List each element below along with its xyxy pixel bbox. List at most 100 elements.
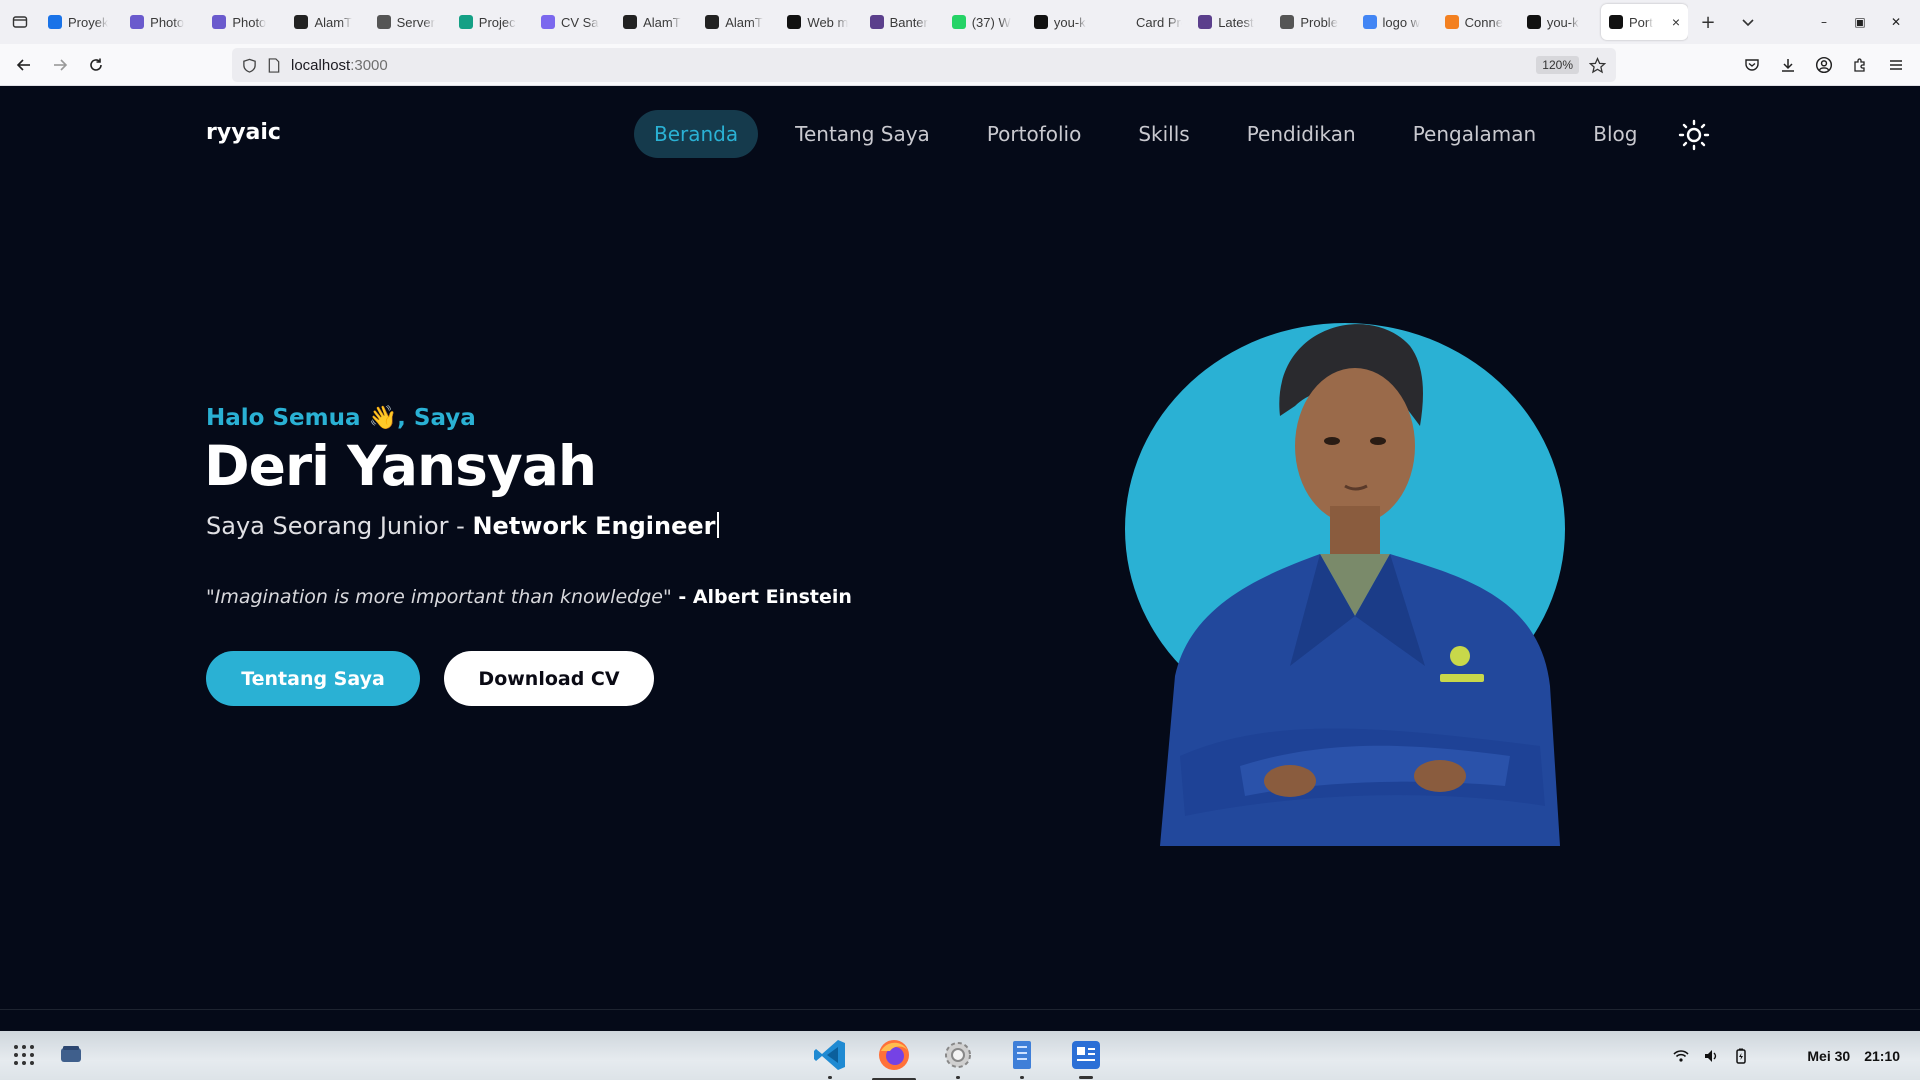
browser-tab[interactable]: AlamT: [615, 4, 697, 40]
browser-tab-label: (37) W: [971, 14, 1011, 30]
hero-role: Saya Seorang Junior - Network Engineer: [206, 512, 720, 540]
browser-tab[interactable]: Latest: [1190, 4, 1272, 40]
web-icon: [787, 15, 802, 29]
tab-overflow-chevron-icon[interactable]: [1728, 0, 1768, 44]
downloads-icon[interactable]: [1770, 47, 1806, 83]
browser-tab-label: Projec: [478, 14, 516, 30]
account-icon[interactable]: [1806, 47, 1842, 83]
pocket-icon[interactable]: [1734, 47, 1770, 83]
clock-time[interactable]: 21:10: [1864, 1048, 1900, 1064]
browser-tab[interactable]: Photo: [122, 4, 204, 40]
text-editor-icon[interactable]: [1068, 1037, 1104, 1079]
portfolio-icon: [1608, 15, 1623, 29]
firefox-icon[interactable]: [872, 1037, 916, 1080]
portfolio-page: ryyaic Beranda Tentang Saya Portofolio Skil…: [0, 86, 1920, 1010]
back-arrow-icon[interactable]: [6, 47, 42, 83]
browser-tab-label: Conne: [1464, 14, 1503, 30]
cloudflare-icon: [1444, 15, 1459, 29]
nav-item-pendidikan[interactable]: Pendidikan: [1227, 110, 1376, 158]
dock: [812, 1037, 1104, 1080]
browser-tab-label: Server: [396, 14, 435, 30]
nav-item-blog[interactable]: Blog: [1573, 110, 1657, 158]
battery-icon[interactable]: [1733, 1048, 1749, 1064]
browser-tab[interactable]: Server: [369, 4, 451, 40]
zoom-level-badge[interactable]: 120%: [1536, 56, 1579, 74]
wifi-icon[interactable]: [1673, 1048, 1689, 1064]
site-brand-logo[interactable]: ryyaic: [206, 120, 281, 145]
browser-tab[interactable]: you-k: [1026, 4, 1108, 40]
nav-item-tentang-saya[interactable]: Tentang Saya: [775, 110, 950, 158]
browser-tab-label: AlamT: [725, 14, 763, 30]
browser-tab[interactable]: AlamT: [697, 4, 779, 40]
canva-icon: [48, 15, 62, 29]
browser-tab-label: Banter: [889, 14, 928, 30]
browser-tab[interactable]: Card Proc: [1108, 4, 1190, 40]
address-bar[interactable]: localhost:3000 120%: [232, 48, 1616, 82]
minimize-window-icon[interactable]: –: [1808, 6, 1840, 38]
maximize-window-icon[interactable]: ▣: [1844, 6, 1876, 38]
section-divider: [0, 1009, 1920, 1010]
settings-gear-icon[interactable]: [940, 1037, 976, 1079]
nav-item-pengalaman[interactable]: Pengalaman: [1393, 110, 1557, 158]
blank-icon: [1116, 15, 1131, 29]
browser-tab[interactable]: (37) W: [944, 4, 1026, 40]
clock-date[interactable]: Mei 30: [1807, 1048, 1850, 1064]
close-tab-icon[interactable]: ×: [1672, 14, 1680, 30]
browser-tab-label: Photo: [232, 14, 267, 30]
browser-tab[interactable]: Proyek: [40, 4, 122, 40]
file-manager-icon[interactable]: [1004, 1037, 1040, 1079]
nav-item-beranda[interactable]: Beranda: [634, 110, 759, 158]
banter-icon: [869, 15, 884, 29]
browser-tab-label: logo w: [1382, 14, 1421, 30]
extensions-icon[interactable]: [1842, 47, 1878, 83]
hero-greeting: Halo Semua 👋, Saya: [206, 405, 476, 431]
quote-author: - Albert Einstein: [671, 586, 852, 608]
window-switcher-icon[interactable]: [60, 1045, 82, 1063]
hero-name: Deri Yansyah: [204, 434, 597, 498]
browser-tab-label: AlamT: [643, 14, 681, 30]
browser-tab-label: Proyek: [68, 14, 109, 30]
app-menu-icon[interactable]: [1878, 47, 1914, 83]
nav-item-skills[interactable]: Skills: [1118, 110, 1209, 158]
tracking-shield-icon[interactable]: [242, 58, 257, 73]
browser-tab-label: Web m: [807, 14, 849, 30]
browser-tab[interactable]: Banter: [862, 4, 944, 40]
browser-toolbar: localhost:3000 120%: [0, 44, 1920, 86]
download-cv-button[interactable]: Download CV: [444, 651, 654, 706]
browser-tab[interactable]: CV Sa: [533, 4, 615, 40]
hero-quote: "Imagination is more important than know…: [206, 586, 852, 608]
browser-tab[interactable]: you-k: [1519, 4, 1601, 40]
browser-tab[interactable]: Port ×: [1600, 4, 1688, 40]
browser-tab[interactable]: Proble: [1272, 4, 1354, 40]
browser-tab[interactable]: logo w: [1355, 4, 1437, 40]
vscode-icon[interactable]: [812, 1037, 848, 1079]
bookmark-star-icon[interactable]: [1589, 56, 1606, 74]
browser-tab[interactable]: Projec: [451, 4, 533, 40]
cv-icon: [540, 15, 555, 29]
latest-icon: [1198, 15, 1213, 29]
browser-tab-label: Card Proc: [1136, 14, 1182, 30]
diamond-icon: [458, 15, 473, 29]
about-me-button[interactable]: Tentang Saya: [206, 651, 420, 706]
browser-tab-label: Proble: [1300, 14, 1338, 30]
forward-arrow-icon[interactable]: [42, 47, 78, 83]
new-tab-icon[interactable]: +: [1688, 0, 1728, 44]
app-grid-icon[interactable]: [12, 1043, 36, 1067]
list-all-tabs-icon[interactable]: [0, 0, 40, 44]
close-window-icon[interactable]: ✕: [1880, 6, 1912, 38]
alamt-icon: [294, 15, 309, 29]
browser-tab[interactable]: Web m: [779, 4, 861, 40]
nav-item-portofolio[interactable]: Portofolio: [967, 110, 1102, 158]
github-icon: [1033, 15, 1048, 29]
page-info-icon[interactable]: [267, 57, 281, 73]
browser-tab[interactable]: Conne: [1437, 4, 1519, 40]
role-prefix: Saya Seorang Junior -: [206, 512, 473, 540]
browser-tab[interactable]: Photo: [204, 4, 286, 40]
url-host: localhost: [291, 56, 351, 74]
theme-toggle-sun-icon[interactable]: [1677, 118, 1711, 152]
volume-icon[interactable]: [1703, 1048, 1719, 1064]
tabs-container: Proyek Photo Photo AlamT Server Projec CV Sa Al…: [40, 0, 1688, 44]
reload-icon[interactable]: [78, 47, 114, 83]
profile-photo: [1125, 323, 1565, 846]
browser-tab[interactable]: AlamT: [286, 4, 368, 40]
